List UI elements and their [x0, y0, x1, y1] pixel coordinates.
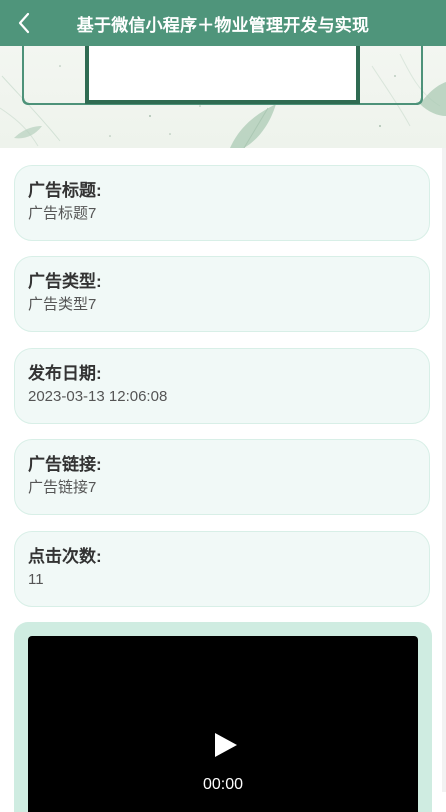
detail-content: 广告标题: 广告标题7 广告类型: 广告类型7 发布日期: 2023-03-13… [0, 148, 446, 812]
field-value: 广告标题7 [28, 205, 97, 222]
field-value: 11 [28, 571, 44, 588]
banner-image[interactable] [0, 46, 446, 148]
field-label: 点击次数: [28, 547, 102, 566]
field-label: 广告类型: [28, 272, 102, 291]
field-card-title: 广告标题: 广告标题7 [14, 165, 430, 241]
video-container: 00:00 [14, 622, 432, 812]
video-time: 00:00 [202, 776, 244, 793]
play-icon[interactable] [212, 730, 240, 760]
field-label: 发布日期: [28, 364, 102, 383]
field-card-clicks: 点击次数: 11 [14, 531, 430, 607]
back-button[interactable] [8, 6, 42, 40]
field-value: 广告链接7 [28, 479, 97, 496]
chevron-left-icon [18, 12, 30, 34]
field-card-date: 发布日期: 2023-03-13 12:06:08 [14, 348, 430, 424]
navbar: 基于微信小程序＋物业管理开发与实现 [0, 0, 446, 46]
field-value: 广告类型7 [28, 296, 97, 313]
video-player[interactable]: 00:00 [28, 636, 418, 812]
field-value: 2023-03-13 12:06:08 [28, 388, 168, 405]
field-card-link: 广告链接: 广告链接7 [14, 439, 430, 515]
field-label: 广告标题: [28, 181, 102, 200]
field-card-type: 广告类型: 广告类型7 [14, 256, 430, 332]
scrollbar-track [442, 148, 446, 792]
page-title: 基于微信小程序＋物业管理开发与实现 [76, 15, 370, 35]
field-label: 广告链接: [28, 455, 102, 474]
